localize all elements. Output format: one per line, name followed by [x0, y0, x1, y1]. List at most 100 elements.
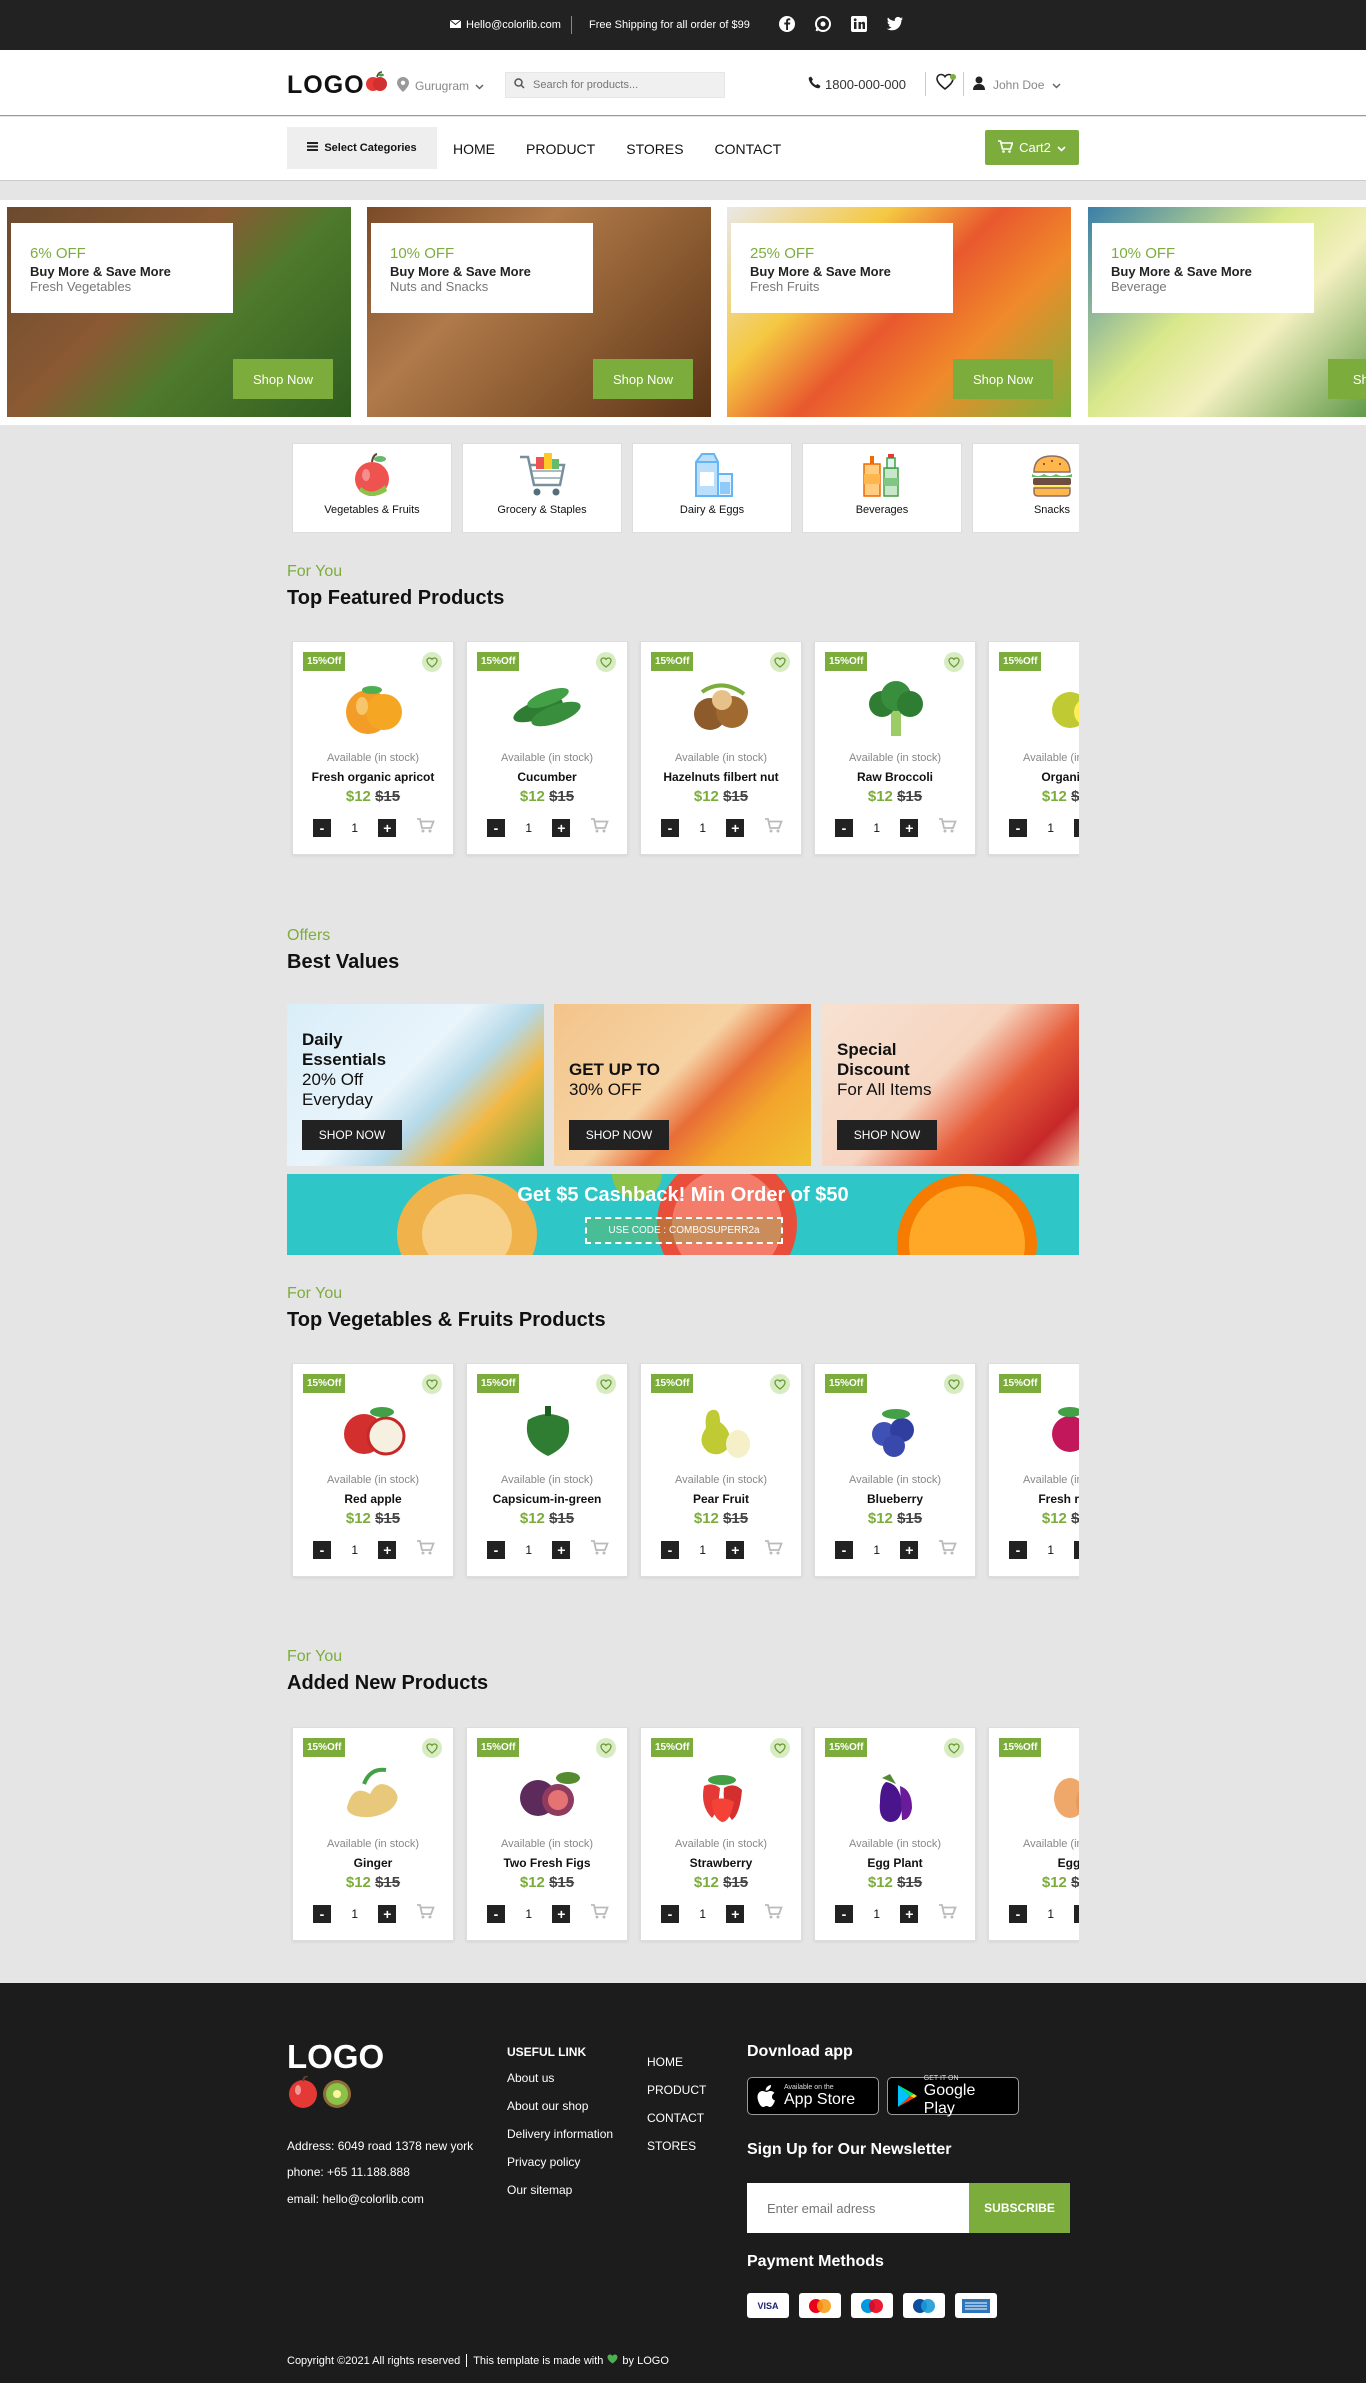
- qty-value[interactable]: 1: [340, 1907, 370, 1921]
- app-store-button[interactable]: Available on the App Store: [747, 2077, 879, 2115]
- decrease-qty-button[interactable]: -: [487, 1541, 505, 1559]
- link-about-shop[interactable]: About our shop: [507, 2099, 613, 2113]
- shop-now-button[interactable]: Shop Now: [233, 359, 333, 399]
- qty-value[interactable]: 1: [862, 821, 892, 835]
- wishlist-button[interactable]: [936, 73, 958, 98]
- link-sitemap[interactable]: Our sitemap: [507, 2183, 613, 2197]
- user-menu[interactable]: John Doe: [973, 76, 1061, 93]
- decrease-qty-button[interactable]: -: [313, 1541, 331, 1559]
- phone-contact[interactable]: 1800-000-000: [808, 76, 906, 92]
- product-name[interactable]: Pear Fruit: [641, 1492, 801, 1506]
- add-to-cart-button[interactable]: [938, 1904, 957, 1924]
- increase-qty-button[interactable]: +: [552, 819, 571, 837]
- add-to-cart-button[interactable]: [416, 1904, 435, 1924]
- product-image[interactable]: [1020, 1394, 1079, 1466]
- product-card[interactable]: 15%Off Available (in stock) Egg $12 $15-1 +: [988, 1727, 1079, 1941]
- qty-value[interactable]: 1: [340, 1543, 370, 1557]
- product-image[interactable]: [498, 672, 598, 744]
- add-to-cart-button[interactable]: [416, 818, 435, 838]
- product-image[interactable]: [498, 1758, 598, 1830]
- footer-nav-stores[interactable]: STORES: [647, 2139, 706, 2153]
- qty-value[interactable]: 1: [340, 821, 370, 835]
- decrease-qty-button[interactable]: -: [661, 1905, 679, 1923]
- offer-daily-essentials[interactable]: Daily Essentials 20% Off Everyday SHOP N…: [287, 1004, 544, 1166]
- twitter-icon[interactable]: [885, 14, 905, 34]
- wishlist-heart-button[interactable]: [422, 1374, 442, 1394]
- increase-qty-button[interactable]: +: [900, 1541, 919, 1559]
- footer-nav-product[interactable]: PRODUCT: [647, 2083, 706, 2097]
- coupon-code[interactable]: USE CODE : COMBOSUPERR2a: [585, 1217, 783, 1244]
- select-categories-button[interactable]: Select Categories: [287, 127, 437, 169]
- category-grocery-staples[interactable]: Grocery & Staples: [462, 443, 622, 533]
- shop-now-button[interactable]: SHOP NOW: [302, 1120, 402, 1150]
- subscribe-button[interactable]: SUBSCRIBE: [969, 2183, 1070, 2233]
- wishlist-heart-button[interactable]: [422, 1738, 442, 1758]
- facebook-icon[interactable]: [777, 14, 797, 34]
- offer-get-up-to[interactable]: GET UP TO 30% OFF SHOP NOW: [554, 1004, 811, 1166]
- search-bar[interactable]: [505, 72, 725, 98]
- add-to-cart-button[interactable]: [764, 1904, 783, 1924]
- footer-logo[interactable]: LOGO: [287, 2038, 384, 2118]
- cart-button[interactable]: Cart2: [985, 130, 1079, 165]
- decrease-qty-button[interactable]: -: [835, 1541, 853, 1559]
- add-to-cart-button[interactable]: [416, 1540, 435, 1560]
- shop-now-button[interactable]: Shop: [1328, 359, 1366, 399]
- nav-home[interactable]: HOME: [453, 141, 495, 157]
- increase-qty-button[interactable]: +: [1074, 819, 1079, 837]
- product-name[interactable]: Organic c: [989, 770, 1079, 784]
- banner-vegetables[interactable]: 6% OFF Buy More & Save More Fresh Vegeta…: [7, 207, 351, 417]
- product-name[interactable]: Egg: [989, 1856, 1079, 1870]
- qty-value[interactable]: 1: [1036, 1543, 1066, 1557]
- increase-qty-button[interactable]: +: [900, 819, 919, 837]
- qty-value[interactable]: 1: [1036, 821, 1066, 835]
- product-image[interactable]: [1020, 672, 1079, 744]
- product-card[interactable]: 15%Off Available (in stock) Blueberry $12 $…: [814, 1363, 976, 1577]
- product-image[interactable]: [324, 672, 424, 744]
- offer-special-discount[interactable]: Special Discount For All Items SHOP NOW: [822, 1004, 1079, 1166]
- increase-qty-button[interactable]: +: [552, 1541, 571, 1559]
- wishlist-heart-button[interactable]: [944, 652, 964, 672]
- product-image[interactable]: [846, 1394, 946, 1466]
- product-name[interactable]: Cucumber: [467, 770, 627, 784]
- increase-qty-button[interactable]: +: [726, 819, 745, 837]
- decrease-qty-button[interactable]: -: [661, 1541, 679, 1559]
- product-name[interactable]: Two Fresh Figs: [467, 1856, 627, 1870]
- product-name[interactable]: Red apple: [293, 1492, 453, 1506]
- product-image[interactable]: [672, 1758, 772, 1830]
- product-card[interactable]: 15%Off Available (in stock) Fresh rasp $12 …: [988, 1363, 1079, 1577]
- add-to-cart-button[interactable]: [590, 818, 609, 838]
- wishlist-heart-button[interactable]: [944, 1738, 964, 1758]
- shop-now-button[interactable]: SHOP NOW: [569, 1120, 669, 1150]
- product-image[interactable]: [846, 672, 946, 744]
- decrease-qty-button[interactable]: -: [313, 819, 331, 837]
- qty-value[interactable]: 1: [862, 1543, 892, 1557]
- increase-qty-button[interactable]: +: [900, 1905, 919, 1923]
- banner-nuts[interactable]: 10% OFF Buy More & Save More Nuts and Sn…: [367, 207, 711, 417]
- decrease-qty-button[interactable]: -: [487, 1905, 505, 1923]
- increase-qty-button[interactable]: +: [552, 1905, 571, 1923]
- category-beverages[interactable]: Beverages: [802, 443, 962, 533]
- location-selector[interactable]: Gurugram: [397, 77, 484, 95]
- add-to-cart-button[interactable]: [764, 1540, 783, 1560]
- footer-nav-home[interactable]: HOME: [647, 2055, 706, 2069]
- banner-fruits[interactable]: 25% OFF Buy More & Save More Fresh Fruit…: [727, 207, 1071, 417]
- product-name[interactable]: Fresh rasp: [989, 1492, 1079, 1506]
- decrease-qty-button[interactable]: -: [661, 819, 679, 837]
- product-image[interactable]: [1020, 1758, 1079, 1830]
- qty-value[interactable]: 1: [514, 821, 544, 835]
- increase-qty-button[interactable]: +: [1074, 1541, 1079, 1559]
- google-play-button[interactable]: GET IT ON Google Play: [887, 2075, 1019, 2117]
- add-to-cart-button[interactable]: [590, 1904, 609, 1924]
- product-image[interactable]: [324, 1394, 424, 1466]
- product-card[interactable]: 15%Off Available (in stock) Capsicum-in-gr…: [466, 1363, 628, 1577]
- wishlist-heart-button[interactable]: [770, 1738, 790, 1758]
- wishlist-heart-button[interactable]: [422, 652, 442, 672]
- decrease-qty-button[interactable]: -: [487, 819, 505, 837]
- category-vegetables-fruits[interactable]: Vegetables & Fruits: [292, 443, 452, 533]
- product-card[interactable]: 15%Off Available (in stock) Organic c $12 $…: [988, 641, 1079, 855]
- link-delivery[interactable]: Delivery information: [507, 2127, 613, 2141]
- add-to-cart-button[interactable]: [764, 818, 783, 838]
- qty-value[interactable]: 1: [688, 1543, 718, 1557]
- product-name[interactable]: Ginger: [293, 1856, 453, 1870]
- nav-product[interactable]: PRODUCT: [526, 141, 595, 157]
